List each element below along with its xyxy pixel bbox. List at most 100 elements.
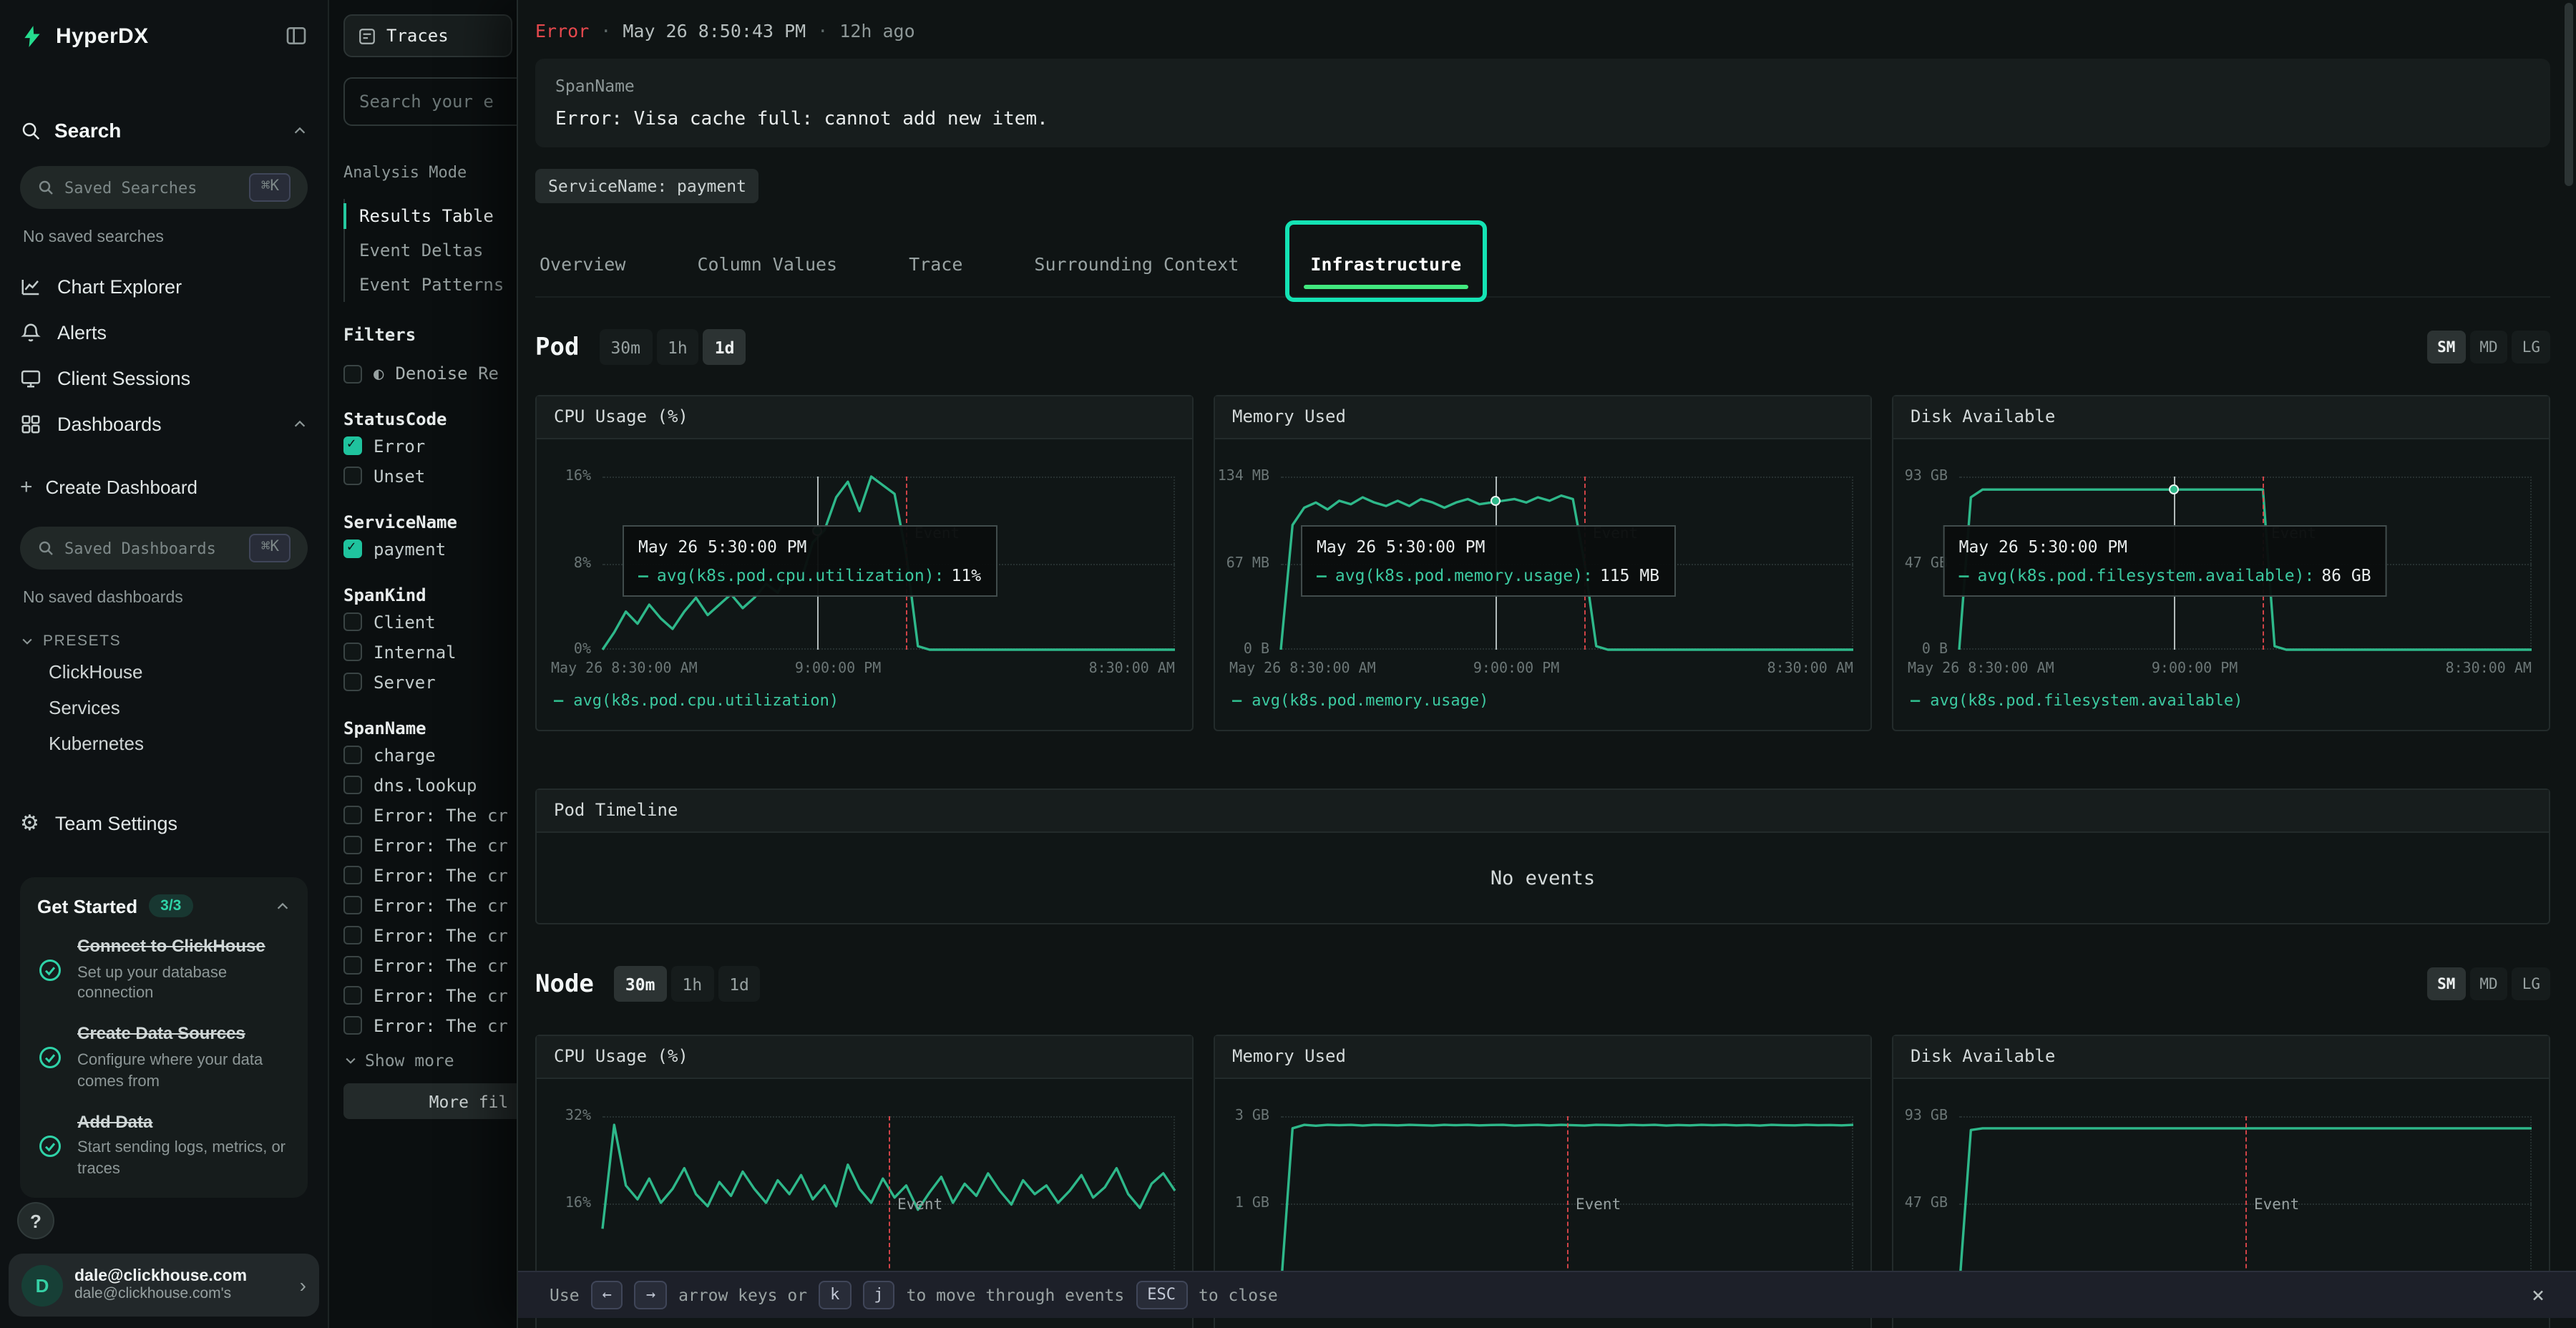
more-filters-button[interactable]: More fil [343, 1083, 517, 1119]
pod-timeline-title: Pod Timeline [537, 790, 2549, 833]
size-md[interactable]: MD [2469, 967, 2507, 1000]
size-sm[interactable]: SM [2427, 331, 2465, 363]
filter-option[interactable]: Server [343, 667, 517, 697]
filter-option[interactable]: Error [343, 431, 517, 461]
filter-option[interactable]: Error: The cr [343, 920, 517, 950]
filter-option[interactable]: Unset [343, 461, 517, 491]
checkbox[interactable] [343, 467, 362, 485]
node-range-group: 30m 1h 1d [614, 966, 761, 1002]
mode-results-table[interactable]: Results Table [345, 199, 517, 233]
pod-timeline-empty: No events [537, 833, 2549, 923]
denoise-toggle[interactable]: ◐ Denoise Re [343, 359, 517, 388]
pod-memory-chart[interactable]: 134 MB 67 MB 0 B Event May 26 5:30:00 PM… [1215, 439, 1870, 730]
checkbox[interactable] [343, 746, 362, 764]
filter-option[interactable]: dns.lookup [343, 770, 517, 800]
tab-infrastructure[interactable]: Infrastructure [1306, 232, 1465, 296]
get-started-step[interactable]: Create Data Sources Configure where your… [37, 1024, 291, 1093]
filter-option[interactable]: Error: The cr [343, 950, 517, 980]
checkbox[interactable] [343, 806, 362, 824]
sidebar-collapse-icon[interactable] [285, 24, 308, 47]
tab-trace[interactable]: Trace [904, 232, 967, 296]
get-started-step[interactable]: Connect to ClickHouse Set up your databa… [37, 936, 291, 1005]
node-range-1d[interactable]: 1d [718, 966, 761, 1002]
checkbox-checked[interactable] [343, 540, 362, 558]
filter-option[interactable]: Error: The cr [343, 1010, 517, 1040]
chart-legend[interactable]: —avg(k8s.pod.memory.usage) [1232, 691, 1853, 710]
event-search-input[interactable]: Search your e [343, 77, 517, 126]
tab-column-values[interactable]: Column Values [693, 232, 841, 296]
get-started-header[interactable]: Get Started 3/3 [37, 894, 291, 917]
node-range-30m[interactable]: 30m [614, 966, 667, 1002]
filter-option[interactable]: Error: The cr [343, 830, 517, 860]
checkbox[interactable] [343, 896, 362, 914]
checkbox[interactable] [343, 1016, 362, 1035]
preset-services[interactable]: Services [20, 691, 308, 724]
option-label: Error: The cr [374, 895, 508, 915]
checkbox[interactable] [343, 956, 362, 975]
nav-label: Alerts [57, 321, 107, 343]
checkbox[interactable] [343, 673, 362, 691]
checkbox[interactable] [343, 612, 362, 631]
filter-option[interactable]: Error: The cr [343, 800, 517, 830]
close-icon[interactable]: × [2532, 1282, 2545, 1308]
filter-option[interactable]: payment [343, 534, 517, 564]
chart-legend[interactable]: —avg(k8s.pod.filesystem.available) [1911, 691, 2532, 710]
filter-option[interactable]: Internal [343, 637, 517, 667]
filter-option[interactable]: Client [343, 607, 517, 637]
sidebar-item-chart-explorer[interactable]: Chart Explorer [20, 263, 308, 309]
show-more-toggle[interactable]: Show more [343, 1049, 517, 1072]
size-lg[interactable]: LG [2512, 331, 2550, 363]
pod-range-30m[interactable]: 30m [599, 329, 652, 365]
filter-option[interactable]: Error: The cr [343, 890, 517, 920]
pod-cpu-card: CPU Usage (%) 16% 8% 0% Event May 26 5:3 [535, 395, 1194, 731]
pod-range-1d[interactable]: 1d [703, 329, 746, 365]
pod-range-1h[interactable]: 1h [656, 329, 699, 365]
node-range-1h[interactable]: 1h [670, 966, 713, 1002]
user-menu[interactable]: D dale@clickhouse.com dale@clickhouse.co… [9, 1254, 319, 1317]
pod-cpu-chart[interactable]: 16% 8% 0% Event May 26 5:30:00 PM —avg(k… [537, 439, 1192, 730]
no-saved-searches: No saved searches [20, 229, 308, 249]
saved-searches-input[interactable]: Saved Searches ⌘K [20, 166, 308, 209]
filter-option[interactable]: charge [343, 740, 517, 770]
x-tick: May 26 8:30:00 AM [551, 661, 698, 677]
sidebar-item-alerts[interactable]: Alerts [20, 309, 308, 355]
checkbox[interactable] [343, 986, 362, 1005]
preset-kubernetes[interactable]: Kubernetes [20, 727, 308, 760]
checkbox[interactable] [343, 836, 362, 854]
checkbox[interactable] [343, 866, 362, 884]
mode-event-deltas[interactable]: Event Deltas [345, 233, 517, 268]
tab-overview[interactable]: Overview [535, 232, 630, 296]
team-settings-item[interactable]: ⚙ Team Settings [20, 803, 308, 843]
checkbox[interactable] [343, 776, 362, 794]
saved-dashboards-input[interactable]: Saved Dashboards ⌘K [20, 527, 308, 570]
size-lg[interactable]: LG [2512, 967, 2550, 1000]
denoise-checkbox[interactable] [343, 364, 362, 383]
mode-event-patterns[interactable]: Event Patterns [345, 268, 517, 302]
get-started-step[interactable]: Add Data Start sending logs, metrics, or… [37, 1111, 291, 1181]
checkbox-checked[interactable] [343, 436, 362, 455]
sidebar-item-dashboards[interactable]: Dashboards [20, 401, 308, 446]
event-search-placeholder: Search your e [359, 92, 494, 112]
x-tick: 9:00:00 PM [2152, 661, 2238, 677]
filter-option[interactable]: Error: The cr [343, 860, 517, 890]
size-sm[interactable]: SM [2427, 967, 2465, 1000]
scrollbar-thumb[interactable] [2565, 3, 2573, 186]
filter-option[interactable]: Error: The cr [343, 980, 517, 1010]
checkbox[interactable] [343, 643, 362, 661]
tooltip-series: avg(k8s.pod.filesystem.available) [1977, 565, 2314, 585]
source-select-traces[interactable]: Traces [343, 14, 512, 57]
create-dashboard-button[interactable]: + Create Dashboard [20, 467, 308, 507]
help-button[interactable]: ? [17, 1202, 54, 1239]
presets-toggle[interactable]: PRESETS [20, 630, 308, 653]
event-marker-label: Event [897, 1196, 942, 1213]
sidebar-item-client-sessions[interactable]: Client Sessions [20, 355, 308, 401]
checkbox[interactable] [343, 926, 362, 944]
tab-surrounding-context[interactable]: Surrounding Context [1030, 232, 1243, 296]
size-md[interactable]: MD [2469, 331, 2507, 363]
search-section-header[interactable]: Search [20, 114, 308, 146]
pod-disk-chart[interactable]: 93 GB 47 GB 0 B Event May 26 5:30:00 PM … [1893, 439, 2549, 730]
service-name-tag[interactable]: ServiceName: payment [535, 169, 759, 203]
preset-clickhouse[interactable]: ClickHouse [20, 655, 308, 688]
severity-badge: Error [535, 19, 589, 41]
chart-legend[interactable]: —avg(k8s.pod.cpu.utilization) [554, 691, 1175, 710]
